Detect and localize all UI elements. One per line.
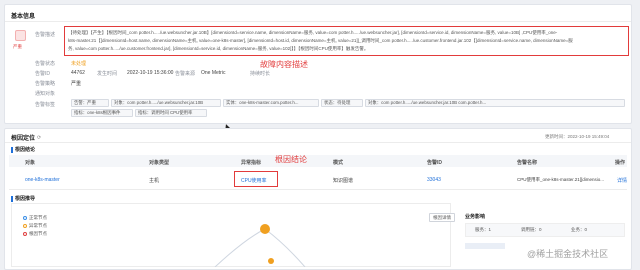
col-alert-name: 告警名称 [517,160,538,166]
update-time: 更新时间：2022-10-19 15:49:04 [545,134,610,139]
description-line-2: k8s-master.21【[dimensionId=host.name, di… [68,38,573,43]
col-alert-id: 告警ID [427,160,443,166]
legend-normal: 正常节点 [23,215,47,221]
legend-abnormal: 异常节点 [23,223,47,229]
basic-info-title: 基本信息 [11,14,36,20]
duration-label: 持续时长 [250,71,271,77]
time-label: 发生时间 [97,71,118,77]
severity-icon [15,30,26,41]
impact-business: 业务：0 [571,227,588,232]
status-label: 告警状态 [35,61,56,67]
divider [5,142,631,143]
root-detail-button[interactable]: 根因详情 [429,213,455,222]
desc-label: 告警描述 [35,32,56,38]
row-detail-link[interactable]: 详情 [617,177,627,184]
divider [9,189,627,190]
description-line-1: 【待处理】【产生】【根因时间_com potter.h...../ue.webs… [68,30,558,35]
child-node [268,258,274,264]
col-type: 对象类型 [149,160,170,166]
graph-title: 根因推导 [11,195,35,202]
conclusion-note: 根因结论 [275,155,307,164]
fault-description-note: 故障内容描述 [260,60,308,69]
source-value: One Metric [201,70,226,76]
root-cause-graph [214,224,306,267]
impact-service: 服务：1 [475,227,492,232]
policy-label: 告警策略 [35,81,56,87]
impact-trace: 调用链：0 [521,227,542,232]
basic-info-panel: 基本信息 严重 告警描述 【待处理】【产生】【根因时间_com potter.h… [4,4,632,124]
root-cause-panel: 根因定位 ⟳ 更新时间：2022-10-19 15:49:04 根因结论 对象 … [4,128,632,270]
description-line-3: 务, value=com potter.h...../ue.customer.f… [68,46,369,51]
divider [5,21,631,22]
alert-id-value: 44762 [71,70,85,76]
col-object: 对象 [25,160,36,166]
alert-id-label: 告警ID [35,71,51,77]
row-object-link[interactable]: one-k8s-master [25,177,60,183]
impact-title: 业务影响 [465,214,486,220]
severity-badge: 严重 [13,44,22,49]
root-node [260,224,270,234]
tag-2: 对象：com potter.h...../ue.websuncher.jar.1… [111,99,221,107]
row-type: 主机 [149,178,160,184]
status-value: 未处理 [71,61,87,67]
tag-3: 实体：one-k8s-master.com.potter.h... [223,99,319,107]
impact-row [465,243,505,249]
row-alert-name: CPU使用率_one-k8s-master.21[[dimensio... [517,177,605,182]
tag-6: 指标：one-k8s根因事件 [71,109,133,117]
source-label: 告警来源 [175,71,196,77]
col-metric: 异常指标 [241,160,262,166]
refresh-icon[interactable]: ⟳ [37,135,41,141]
policy-value: 严重 [71,81,82,87]
notify-label: 通知对象 [35,91,56,97]
col-mode: 模式 [333,160,344,166]
row-metric-link[interactable]: CPU使用率 [241,177,267,184]
root-cause-title: 根因定位 ⟳ [11,134,42,143]
row-alert-id-link[interactable]: 33043 [427,177,441,183]
watermark: @稀土掘金技术社区 [527,249,609,259]
tag-4: 状态：待处理 [321,99,363,107]
legend-root: 根因节点 [23,231,47,237]
tag-7: 指标：调用时间 CPU使用率 [135,109,207,117]
col-op: 操作 [615,160,626,166]
conclusion-subtitle: 根因结论 [11,146,35,153]
tag-1: 告警：严重 [71,99,109,107]
time-value: 2022-10-19 15:36:00 [127,70,174,76]
tag-5: 对象：com potter.h...../ue.websuncher.jar.1… [365,99,625,107]
row-mode: 知识图谱 [333,178,354,184]
tags-label: 告警标签 [35,102,56,108]
graph-edge [214,228,266,267]
